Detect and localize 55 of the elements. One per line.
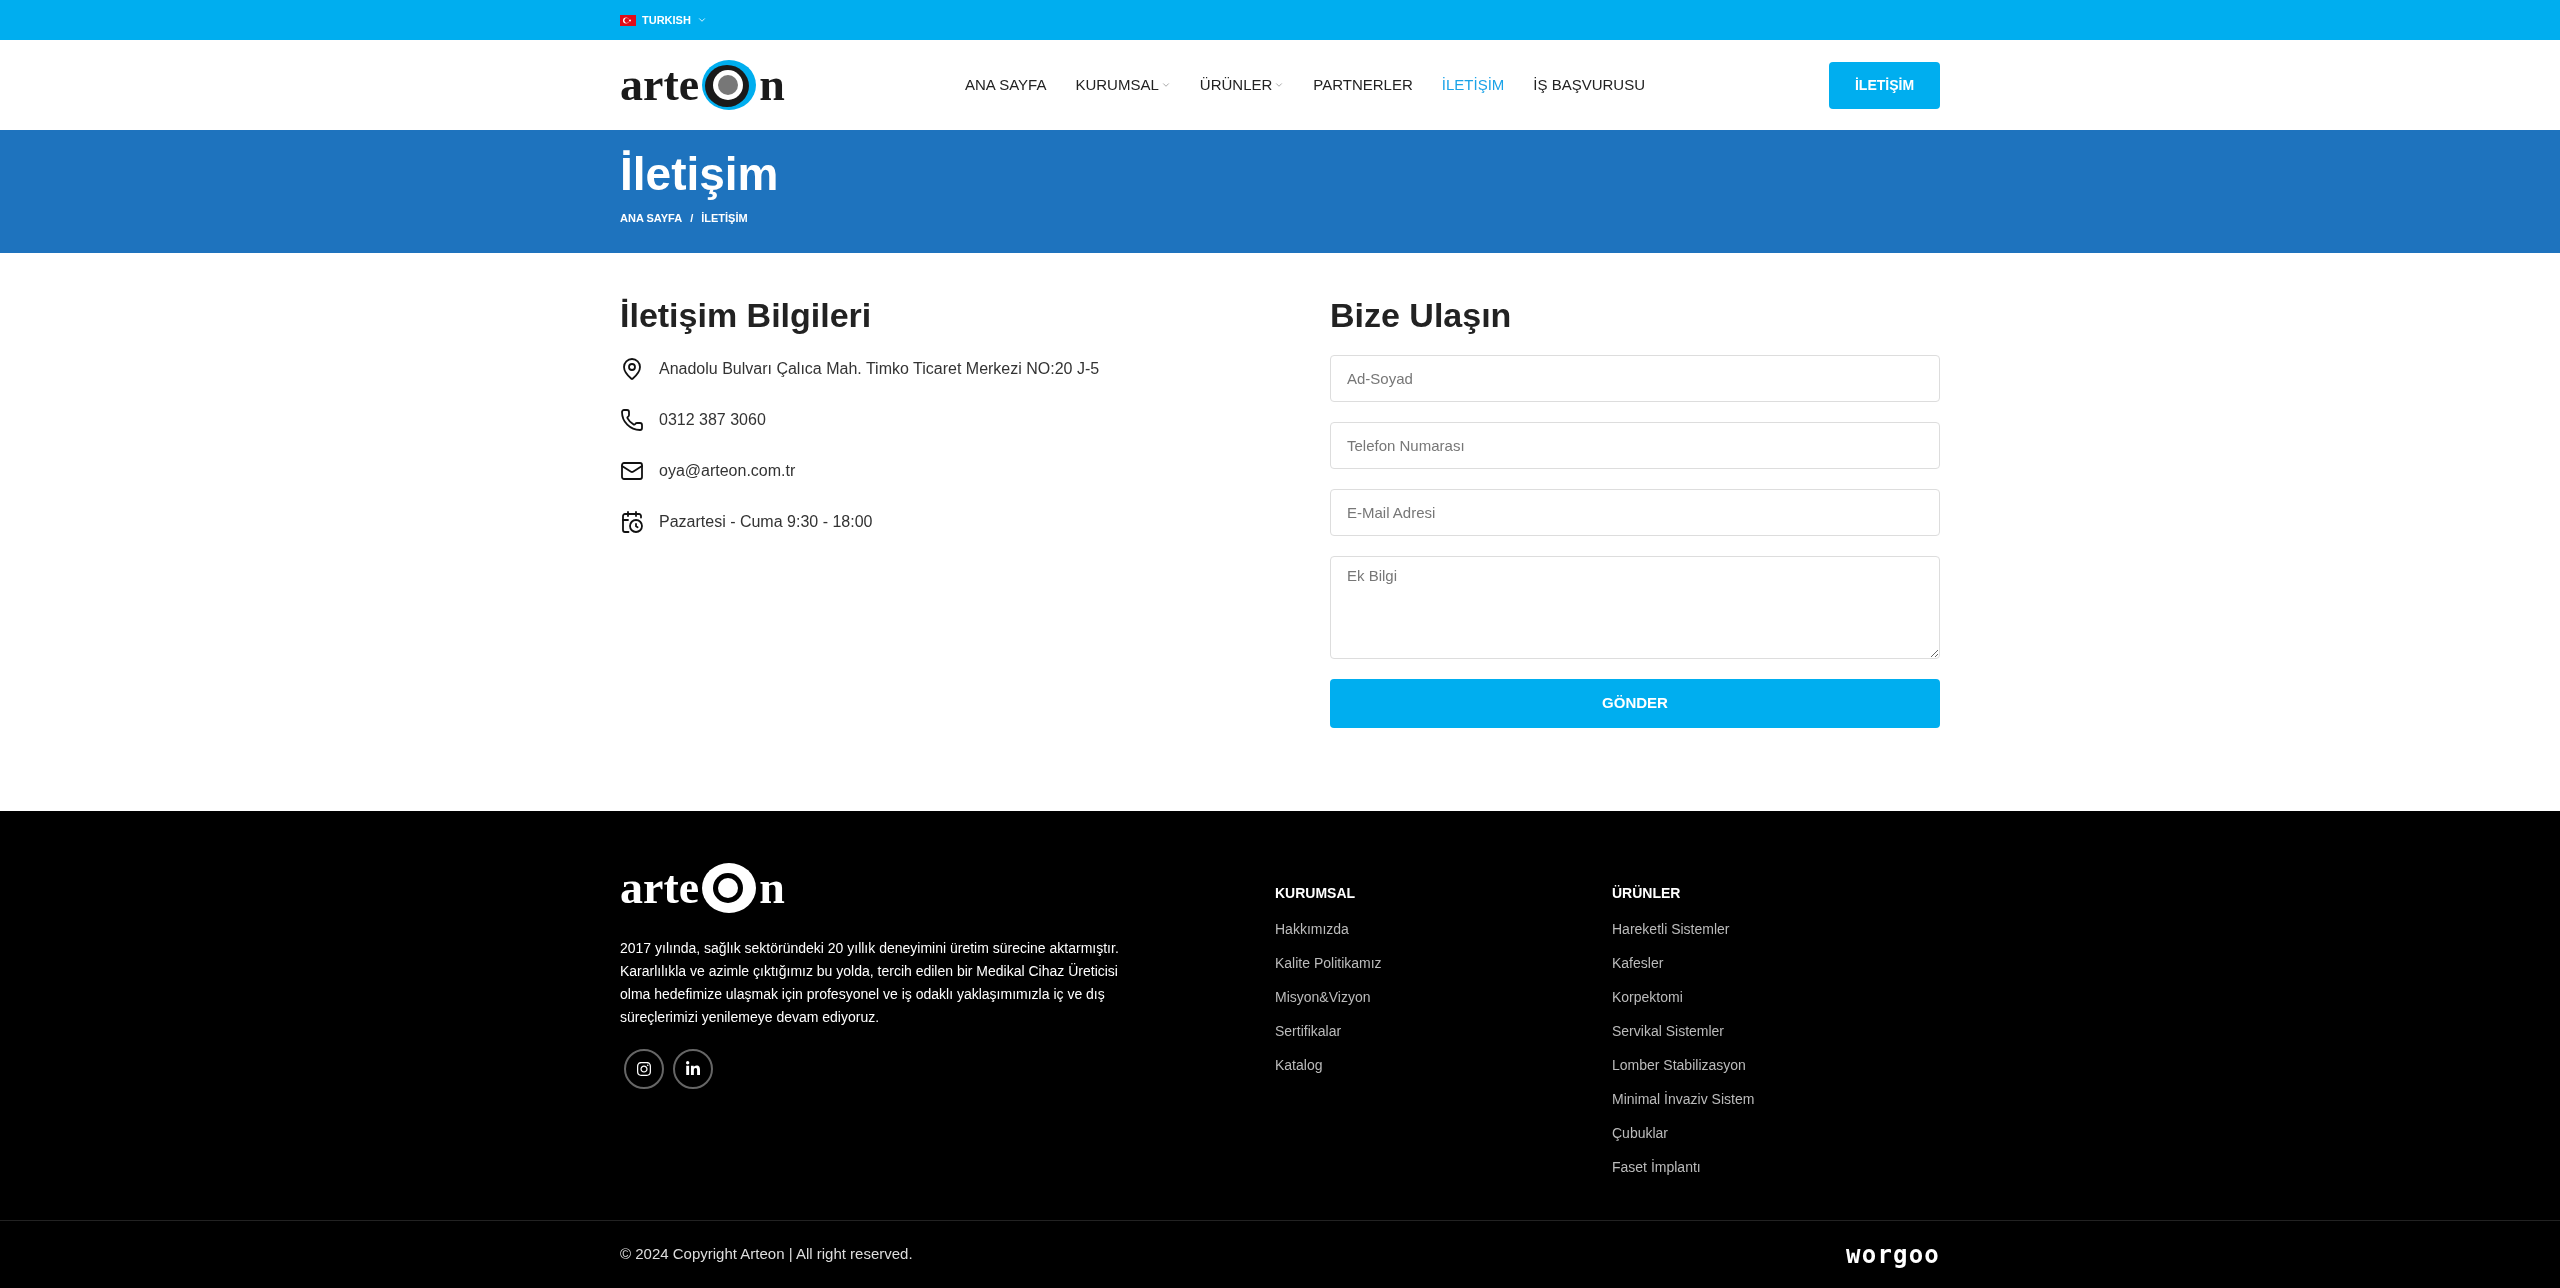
nav-link[interactable]: PARTNERLER: [1313, 73, 1413, 97]
logo-text: arte: [620, 865, 700, 911]
footer-link[interactable]: Lomber Stabilizasyon: [1612, 1055, 1755, 1075]
caret-icon: [1274, 80, 1285, 90]
section-heading: İletişim Bilgileri: [620, 295, 873, 336]
footer-link[interactable]: Misyon&Vizyon: [1275, 987, 1612, 1007]
breadcrumb-current: İLETİŞİM: [701, 211, 748, 226]
footer-link[interactable]: Hareketli Sistemler: [1612, 919, 1755, 939]
logo-text: arte: [620, 62, 700, 108]
phone-icon: [620, 408, 644, 432]
footer-link[interactable]: Hakkımızda: [1275, 919, 1612, 939]
contact-text: 0312 387 3060: [659, 410, 766, 430]
logo-text: n: [759, 865, 785, 911]
caret-icon: [696, 15, 707, 25]
footer-link[interactable]: Kafesler: [1612, 953, 1755, 973]
map-pin-icon: [620, 357, 644, 381]
copyright-text: © 2024 Copyright Arteon | All right reserved.: [620, 1244, 913, 1265]
nav-link[interactable]: İŞ BAŞVURUSU: [1533, 73, 1645, 97]
footer-link[interactable]: Sertifikalar: [1275, 1021, 1612, 1041]
logo-eye-icon: [700, 861, 759, 915]
section-heading: Bize Ulaşın: [1330, 295, 1513, 336]
logo-eye-icon: [700, 58, 759, 112]
envelope-icon: [620, 459, 644, 483]
calendar-clock-icon: [620, 510, 644, 534]
message-field[interactable]: Ek Bilgi: [1330, 556, 1940, 659]
footer-link[interactable]: Kalite Politikamız: [1275, 953, 1612, 973]
instagram-icon: [636, 1061, 652, 1077]
footer-link[interactable]: Çubuklar: [1612, 1123, 1755, 1143]
page-title: İletişim: [620, 147, 780, 202]
breadcrumb-link[interactable]: ANA SAYFA: [620, 210, 683, 227]
logo-text: n: [759, 62, 785, 108]
input-field[interactable]: E-Mail Adresi: [1330, 489, 1940, 536]
footer-column-title: KURUMSAL: [1275, 884, 1357, 903]
caret-icon: [1160, 80, 1171, 90]
linkedin-link[interactable]: [673, 1049, 713, 1089]
breadcrumb-separator: /: [690, 211, 694, 226]
footer-link[interactable]: Servikal Sistemler: [1612, 1021, 1755, 1041]
nav-link[interactable]: ÜRÜNLER: [1199, 73, 1285, 97]
input-field[interactable]: Telefon Numarası: [1330, 422, 1940, 469]
flag-icon: [620, 14, 636, 26]
footer-link[interactable]: Katalog: [1275, 1055, 1612, 1075]
input-field[interactable]: Ad-Soyad: [1330, 355, 1940, 402]
nav-link[interactable]: KURUMSAL: [1075, 73, 1171, 97]
footer-link[interactable]: Korpektomi: [1612, 987, 1755, 1007]
agency-logo[interactable]: worgoo: [1846, 1236, 1940, 1273]
footer-link[interactable]: Minimal İnvaziv Sistem: [1612, 1089, 1755, 1109]
instagram-link[interactable]: [624, 1049, 664, 1089]
footer-link[interactable]: Faset İmplantı: [1612, 1157, 1755, 1177]
nav-link[interactable]: ANA SAYFA: [965, 73, 1047, 97]
contact-text: oya@arteon.com.tr: [659, 461, 796, 481]
linkedin-icon: [685, 1061, 701, 1077]
footer-column-title: ÜRÜNLER: [1612, 884, 1682, 903]
footer-description: 2017 yılında, sağlık sektöründeki 20 yıllık deneyimini üretim sürecine aktarmıştır. Kararlılıkla ve azimle çıktığımız bu yolda, tercih edilen bir Medikal Cihaz Üreticisi olma hedefimize ulaşmak için profesyonel ve iş odaklı yaklaşımımızla iç ve dış süreçlerimizi yenilemeye devam ediyoruz.: [620, 939, 1120, 1027]
contact-text: Anadolu Bulvarı Çalıca Mah. Timko Ticaret Merkezi NO:20 J-5: [659, 359, 1100, 379]
contact-text: Pazartesi - Cuma 9:30 - 18:00: [659, 512, 873, 532]
